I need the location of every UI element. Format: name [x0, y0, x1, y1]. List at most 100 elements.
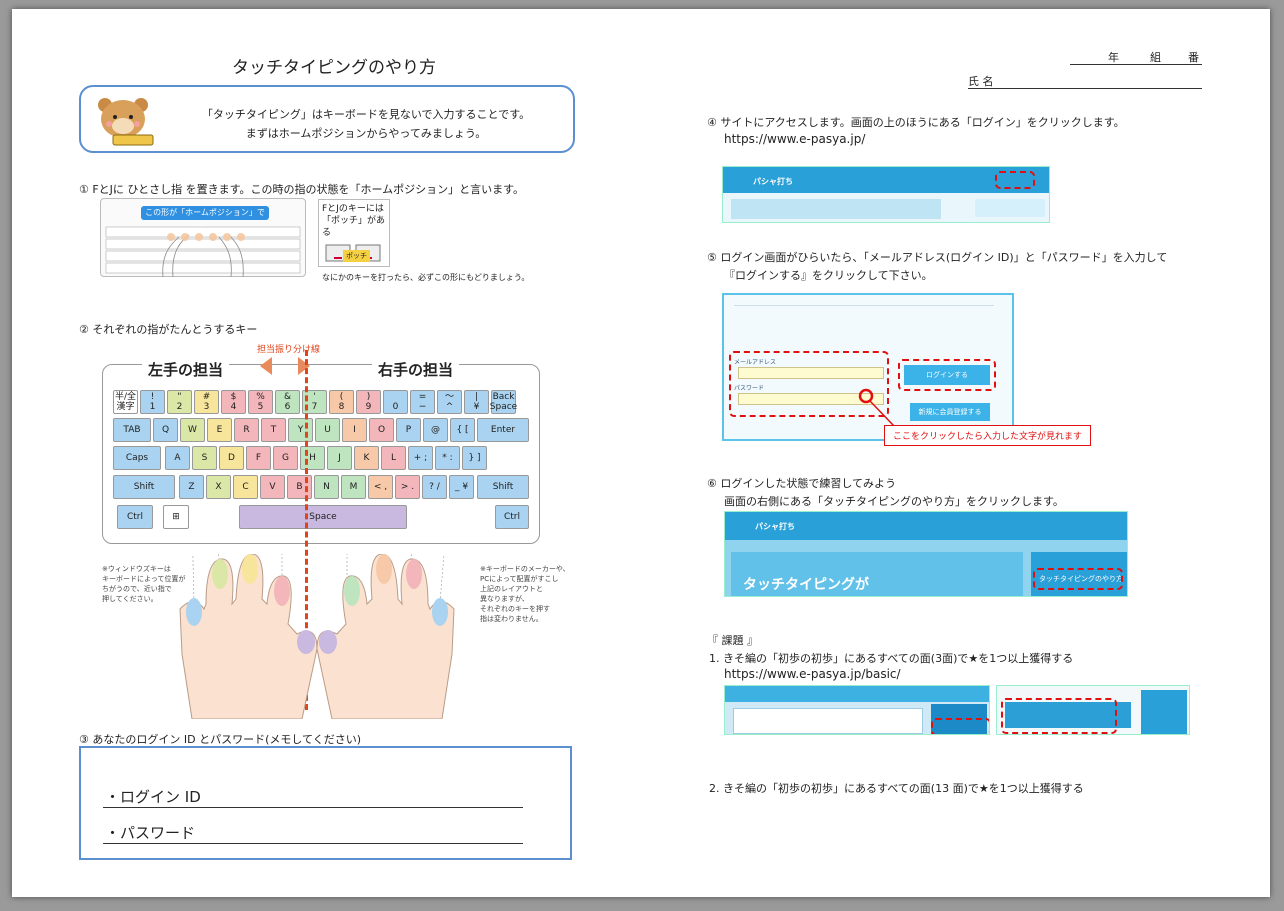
- pochi-line-2: 「ポッチ」がある: [322, 216, 386, 238]
- key-row4-11: _ ¥: [449, 475, 474, 499]
- class-label: 組: [1150, 51, 1161, 64]
- key-windows: ⊞: [163, 505, 189, 529]
- task-item-2: 2. きそ編の「初歩の初歩」にあるすべての面(13 面)で★を1つ以上獲得する: [709, 782, 1084, 795]
- key-row1-4: $ 4: [221, 390, 246, 414]
- key-row1-12: 〜 ^: [437, 390, 462, 414]
- key-row4-4: V: [260, 475, 285, 499]
- key-row3-10: + ;: [408, 446, 433, 470]
- register-button[interactable]: 新規に会員登録する: [910, 403, 990, 421]
- password-field[interactable]: ・パスワード: [103, 822, 523, 844]
- intro-line-2: まずはホームポジションからやってみましょう。: [245, 127, 487, 140]
- key-row3-7: J: [327, 446, 352, 470]
- step3-text: ③ あなたのログイン ID とパスワード(メモしてください): [79, 733, 361, 746]
- key-row1-8: ( 8: [329, 390, 354, 414]
- step4-text: ④ サイトにアクセスします。画面の上のほうにある「ログイン」をクリックします。: [707, 116, 1125, 129]
- intro-line-1: 「タッチタイピング」はキーボードを見ないで入力することです。: [201, 108, 531, 121]
- key-row3-6: H: [300, 446, 325, 470]
- key-row1-0: 半/全 漢字: [113, 390, 138, 414]
- key-row1-3: # 3: [194, 390, 219, 414]
- key-row1-6: & 6: [275, 390, 300, 414]
- key-row3-11: * :: [435, 446, 460, 470]
- key-space: Space: [239, 505, 407, 529]
- note-right-2: PCによって配置がすこし: [480, 575, 559, 583]
- bear-mascot-icon: [98, 98, 154, 146]
- key-row3-5: G: [273, 446, 298, 470]
- login-id-field[interactable]: ・ログイン ID: [103, 786, 523, 808]
- note-left-4: 押してください。: [102, 595, 158, 603]
- key-row2-1: Q: [153, 418, 178, 442]
- pochi-line-1: FとJのキーには: [322, 204, 384, 214]
- key-row2-6: Y: [288, 418, 313, 442]
- finger-assignment-keyboard: 半/全 漢字! 1 " 2 # 3 $ 4% 5 & 6 ' 7( 8) 9 0 = − 〜 …: [102, 364, 540, 544]
- key-row4-5: B: [287, 475, 312, 499]
- task-item-1-url[interactable]: https://www.e-pasya.jp/basic/: [724, 667, 901, 681]
- key-row2-11: @: [423, 418, 448, 442]
- key-row4-3: C: [233, 475, 258, 499]
- name-label: 氏 名: [968, 75, 994, 88]
- note-left-1: ※ウィンドウズキーは: [102, 565, 171, 573]
- key-row2-12: { [: [450, 418, 475, 442]
- key-shift-right: Shift: [477, 475, 529, 499]
- basic-page-screenshot-left: [724, 685, 990, 735]
- login-button-highlight: [898, 359, 996, 391]
- key-row4-8: < ,: [368, 475, 393, 499]
- key-row2-2: W: [180, 418, 205, 442]
- year-label: 年: [1108, 51, 1119, 64]
- step5-text-2: 『ログインする』をクリックして下さい。: [724, 269, 933, 282]
- key-row2-9: O: [369, 418, 394, 442]
- login-memo-box: ・ログイン ID ・パスワード: [79, 746, 572, 860]
- pochi-tag: ポッチ: [343, 250, 370, 262]
- basic-menu-highlight: [931, 718, 989, 734]
- key-row2-7: U: [315, 418, 340, 442]
- pochi-explanation: FとJのキーには 「ポッチ」がある ポッチ: [318, 199, 390, 267]
- key-row2-5: T: [261, 418, 286, 442]
- hands-drawing: [179, 554, 455, 719]
- key-row4-9: > .: [395, 475, 420, 499]
- step5-text-1: ⑤ ログイン画面がひらいたら、「メールアドレス(ログイン ID)」と「パスワード…: [707, 251, 1168, 264]
- divider-label: 担当振り分け線: [257, 345, 321, 355]
- mini-keyboard-drawing: [105, 226, 301, 278]
- key-row3-12: } ]: [462, 446, 487, 470]
- key-row3-8: K: [354, 446, 379, 470]
- banner-text: タッチタイピングが: [743, 577, 869, 593]
- note-right-3: 上記のレイアウトと: [480, 585, 543, 593]
- note-right-5: それぞれのキーを押す: [480, 605, 550, 613]
- key-row1-10: 0: [383, 390, 408, 414]
- step2-text: ② それぞれの指がたんとうするキー: [79, 323, 258, 336]
- key-caps: Caps: [113, 446, 161, 470]
- key-row1-14: Back Space: [489, 390, 518, 414]
- howto-menu-highlight: [1033, 568, 1123, 590]
- key-row1-11: = −: [410, 390, 435, 414]
- right-hand-label: 右手の担当: [372, 359, 460, 380]
- return-note: なにかのキーを打ったら、必ずこの形にもどりましょう。: [322, 273, 530, 282]
- basic-page-screenshot-right: [996, 685, 1190, 735]
- home-position-keyboard-image: この形が「ホームポジション」です。: [100, 198, 306, 278]
- key-row2-8: I: [342, 418, 367, 442]
- number-label: 番: [1188, 51, 1199, 64]
- note-left-2: キーボードによって位置が: [102, 575, 186, 583]
- note-right-1: ※キーボードのメーカーや、: [480, 565, 570, 573]
- logged-in-screenshot: パシャ打ち タッチタイピングが タッチタイピングのやり方: [724, 511, 1128, 597]
- key-enter: Enter: [477, 418, 529, 442]
- step1-text: ① FとJに ひとさし指 を置きます。この時の指の状態を「ホームポジション」と言…: [79, 183, 525, 196]
- key-row4-7: M: [341, 475, 366, 499]
- key-row3-4: F: [246, 446, 271, 470]
- key-row1-5: % 5: [248, 390, 273, 414]
- key-shift-left: Shift: [113, 475, 175, 499]
- stages-highlight: [1001, 698, 1117, 734]
- key-row3-9: L: [381, 446, 406, 470]
- key-row2-10: P: [396, 418, 421, 442]
- key-row4-1: Z: [179, 475, 204, 499]
- key-row1-2: " 2: [167, 390, 192, 414]
- note-right-4: 異なりますが、: [480, 595, 529, 603]
- eye-pointer-icon: [858, 388, 895, 427]
- key-ctrl-right: Ctrl: [495, 505, 529, 529]
- class-number-line: 年 組 番: [1070, 49, 1202, 65]
- site-top-screenshot: パシャ打ち: [722, 166, 1050, 223]
- task-item-1: 1. きそ編の「初歩の初歩」にあるすべての面(3面)で★を1つ以上獲得する: [709, 652, 1074, 665]
- login-form-screenshot: メールアドレス パスワード ログインする 新規に会員登録する: [722, 293, 1014, 441]
- step4-url[interactable]: https://www.e-pasya.jp/: [724, 132, 865, 146]
- note-right-6: 指は変わりません。: [480, 615, 543, 623]
- key-row4-10: ? /: [422, 475, 447, 499]
- key-row3-3: D: [219, 446, 244, 470]
